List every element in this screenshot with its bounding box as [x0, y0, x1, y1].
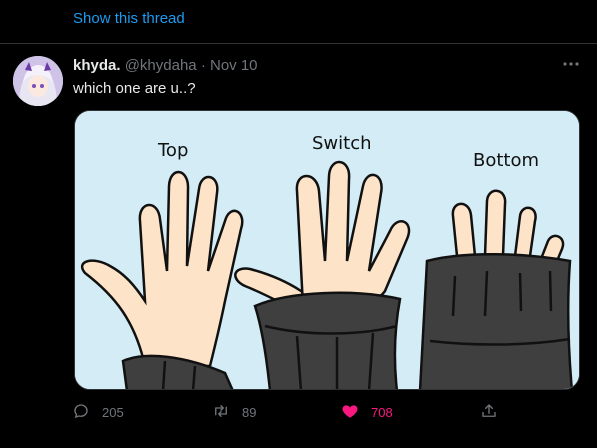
- more-options-icon[interactable]: [561, 54, 581, 74]
- user-handle[interactable]: @khydaha: [125, 57, 197, 74]
- retweet-button[interactable]: 89: [212, 398, 256, 426]
- divider: [0, 43, 597, 44]
- like-button[interactable]: 708: [341, 398, 393, 426]
- label-top: Top: [157, 140, 188, 161]
- sleeve-bottom: [418, 252, 574, 389]
- avatar[interactable]: [13, 56, 63, 106]
- separator: ·: [200, 57, 206, 74]
- tweet-image[interactable]: Top Switch Bottom: [74, 110, 580, 390]
- reply-icon: [72, 402, 90, 423]
- heart-icon: [341, 402, 359, 423]
- display-name[interactable]: khyda.: [73, 57, 121, 74]
- reply-button[interactable]: 205: [72, 398, 124, 426]
- retweet-icon: [212, 402, 230, 423]
- share-button[interactable]: [480, 398, 498, 426]
- reply-count: 205: [102, 404, 124, 420]
- label-switch: Switch: [312, 133, 372, 154]
- tweet-actions: 205 89 708: [0, 398, 597, 426]
- tweet-header: khyda. @khydaha · Nov 10: [73, 57, 258, 74]
- sleeve-switch: [253, 291, 402, 389]
- tweet-date[interactable]: Nov 10: [210, 57, 258, 74]
- show-thread-link[interactable]: Show this thread: [73, 10, 185, 27]
- like-count: 708: [371, 404, 393, 420]
- retweet-count: 89: [242, 404, 257, 420]
- share-icon: [480, 402, 498, 423]
- label-bottom: Bottom: [473, 150, 539, 171]
- tweet-text: which one are u..?: [73, 80, 196, 97]
